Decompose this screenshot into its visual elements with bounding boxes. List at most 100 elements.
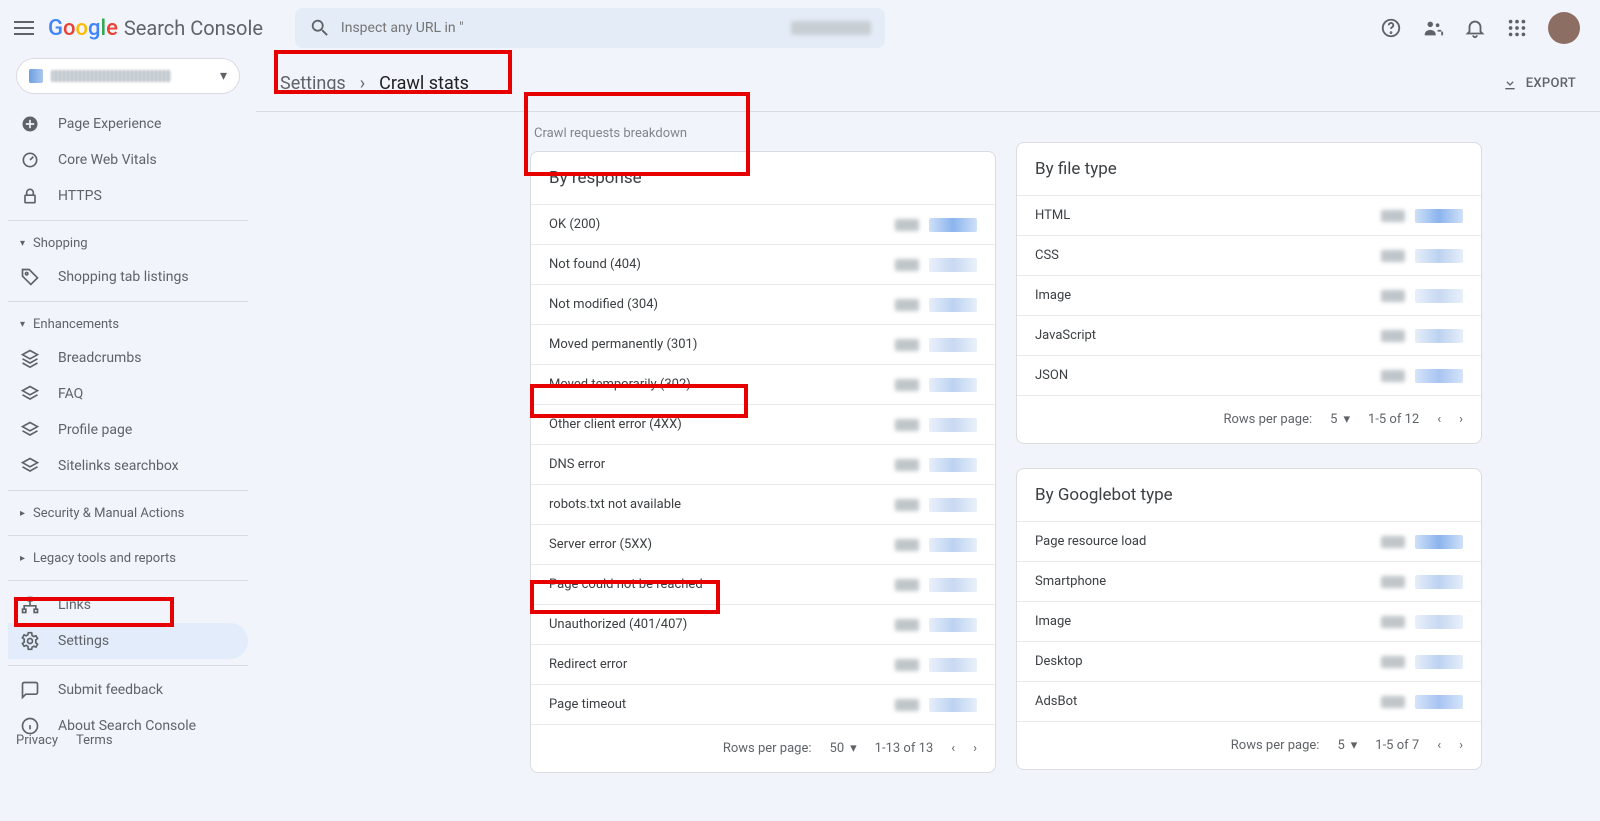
- sparkline: [929, 538, 977, 552]
- row-label: Page resource load: [1035, 534, 1381, 549]
- table-row[interactable]: Not found (404): [531, 244, 995, 284]
- pager-by-filetype: Rows per page: 5▾ 1-5 of 12 ‹›: [1017, 395, 1481, 443]
- row-label: Page timeout: [549, 697, 895, 712]
- sidebar-section-legacy[interactable]: ▸Legacy tools and reports: [8, 542, 248, 574]
- percent-blurred: [1381, 290, 1405, 302]
- table-row[interactable]: Page resource load: [1017, 521, 1481, 561]
- table-row[interactable]: CSS: [1017, 235, 1481, 275]
- people-icon[interactable]: [1422, 17, 1444, 39]
- row-label: CSS: [1035, 248, 1381, 263]
- export-label: EXPORT: [1526, 76, 1576, 91]
- search-input-container[interactable]: [295, 8, 885, 48]
- feedback-icon: [20, 680, 40, 700]
- column-left: Crawl requests breakdown By response OK …: [530, 112, 996, 797]
- favicon-placeholder: [29, 69, 43, 83]
- sidebar-section-security[interactable]: ▸Security & Manual Actions: [8, 497, 248, 529]
- property-selector[interactable]: ▾: [16, 58, 240, 94]
- gear-icon: [20, 631, 40, 651]
- table-row[interactable]: Image: [1017, 275, 1481, 315]
- table-row[interactable]: Page could not be reached: [531, 564, 995, 604]
- table-row[interactable]: Server error (5XX): [531, 524, 995, 564]
- sidebar-item-feedback[interactable]: Submit feedback: [8, 672, 248, 708]
- table-row[interactable]: Desktop: [1017, 641, 1481, 681]
- breadcrumb-parent[interactable]: Settings: [280, 73, 346, 94]
- sidebar-item-shopping-tab[interactable]: Shopping tab listings: [8, 259, 248, 295]
- row-label: Page could not be reached: [549, 577, 895, 592]
- sidebar-item-links[interactable]: Links: [8, 587, 248, 623]
- apps-icon[interactable]: [1506, 17, 1528, 39]
- sidebar-item-breadcrumbs[interactable]: Breadcrumbs: [8, 340, 248, 376]
- search-icon: [309, 17, 331, 39]
- terms-link[interactable]: Terms: [76, 733, 113, 748]
- logo[interactable]: Google Search Console: [48, 16, 263, 41]
- sparkline: [929, 218, 977, 232]
- sparkline: [1415, 249, 1463, 263]
- rows-per-page-select[interactable]: 5▾: [1337, 738, 1357, 753]
- percent-blurred: [895, 619, 919, 631]
- menu-icon[interactable]: [12, 16, 36, 40]
- chevron-right-icon: ›: [360, 73, 365, 94]
- privacy-link[interactable]: Privacy: [16, 733, 58, 748]
- card-by-response: By response OK (200)Not found (404)Not m…: [530, 151, 996, 773]
- sparkline: [929, 658, 977, 672]
- sidebar-item-profile-page[interactable]: Profile page: [8, 412, 248, 448]
- help-icon[interactable]: [1380, 17, 1402, 39]
- sidebar: ▾ Page Experience Core Web Vitals HTTPS …: [0, 56, 256, 760]
- table-row[interactable]: Not modified (304): [531, 284, 995, 324]
- sidebar-item-page-experience[interactable]: Page Experience: [8, 106, 248, 142]
- table-row[interactable]: Smartphone: [1017, 561, 1481, 601]
- sidebar-section-shopping[interactable]: ▾Shopping: [8, 227, 248, 259]
- sparkline: [929, 298, 977, 312]
- table-row[interactable]: robots.txt not available: [531, 484, 995, 524]
- table-row[interactable]: Moved permanently (301): [531, 324, 995, 364]
- prev-page-icon[interactable]: ‹: [1437, 738, 1441, 753]
- export-button[interactable]: EXPORT: [1502, 76, 1576, 92]
- percent-blurred: [895, 419, 919, 431]
- sidebar-item-settings[interactable]: Settings: [8, 623, 248, 659]
- row-label: OK (200): [549, 217, 895, 232]
- row-label: JSON: [1035, 368, 1381, 383]
- percent-blurred: [895, 299, 919, 311]
- table-row[interactable]: Redirect error: [531, 644, 995, 684]
- sidebar-item-faq[interactable]: FAQ: [8, 376, 248, 412]
- percent-blurred: [1381, 696, 1405, 708]
- next-page-icon[interactable]: ›: [973, 741, 977, 756]
- table-row[interactable]: Image: [1017, 601, 1481, 641]
- prev-page-icon[interactable]: ‹: [1437, 412, 1441, 427]
- row-label: Server error (5XX): [549, 537, 895, 552]
- table-row[interactable]: JSON: [1017, 355, 1481, 395]
- table-row[interactable]: AdsBot: [1017, 681, 1481, 721]
- search-input[interactable]: [341, 20, 791, 36]
- sidebar-section-enhancements[interactable]: ▾Enhancements: [8, 308, 248, 340]
- row-label: Moved permanently (301): [549, 337, 895, 352]
- rows-per-page-select[interactable]: 50▾: [830, 741, 857, 756]
- avatar[interactable]: [1548, 12, 1580, 44]
- table-row[interactable]: DNS error: [531, 444, 995, 484]
- breadcrumb: Settings › Crawl stats: [280, 73, 469, 94]
- card-by-googlebot: By Googlebot type Page resource loadSmar…: [1016, 468, 1482, 770]
- plus-circle-icon: [20, 114, 40, 134]
- lock-icon: [20, 186, 40, 206]
- page-range: 1-13 of 13: [875, 741, 934, 756]
- rows-per-page-select[interactable]: 5▾: [1330, 412, 1350, 427]
- download-icon: [1502, 76, 1518, 92]
- percent-blurred: [895, 219, 919, 231]
- page-range: 1-5 of 12: [1368, 412, 1419, 427]
- table-row[interactable]: Page timeout: [531, 684, 995, 724]
- sidebar-item-sitelinks[interactable]: Sitelinks searchbox: [8, 448, 248, 484]
- prev-page-icon[interactable]: ‹: [951, 741, 955, 756]
- table-row[interactable]: HTML: [1017, 195, 1481, 235]
- next-page-icon[interactable]: ›: [1459, 738, 1463, 753]
- sidebar-item-core-web-vitals[interactable]: Core Web Vitals: [8, 142, 248, 178]
- percent-blurred: [1381, 330, 1405, 342]
- table-row[interactable]: Unauthorized (401/407): [531, 604, 995, 644]
- main-content: Settings › Crawl stats EXPORT Crawl requ…: [256, 56, 1600, 821]
- table-row[interactable]: JavaScript: [1017, 315, 1481, 355]
- table-row[interactable]: Moved temporarily (302): [531, 364, 995, 404]
- next-page-icon[interactable]: ›: [1459, 412, 1463, 427]
- bell-icon[interactable]: [1464, 17, 1486, 39]
- blurred-property: [791, 21, 871, 35]
- sidebar-item-https[interactable]: HTTPS: [8, 178, 248, 214]
- table-row[interactable]: OK (200): [531, 204, 995, 244]
- table-row[interactable]: Other client error (4XX): [531, 404, 995, 444]
